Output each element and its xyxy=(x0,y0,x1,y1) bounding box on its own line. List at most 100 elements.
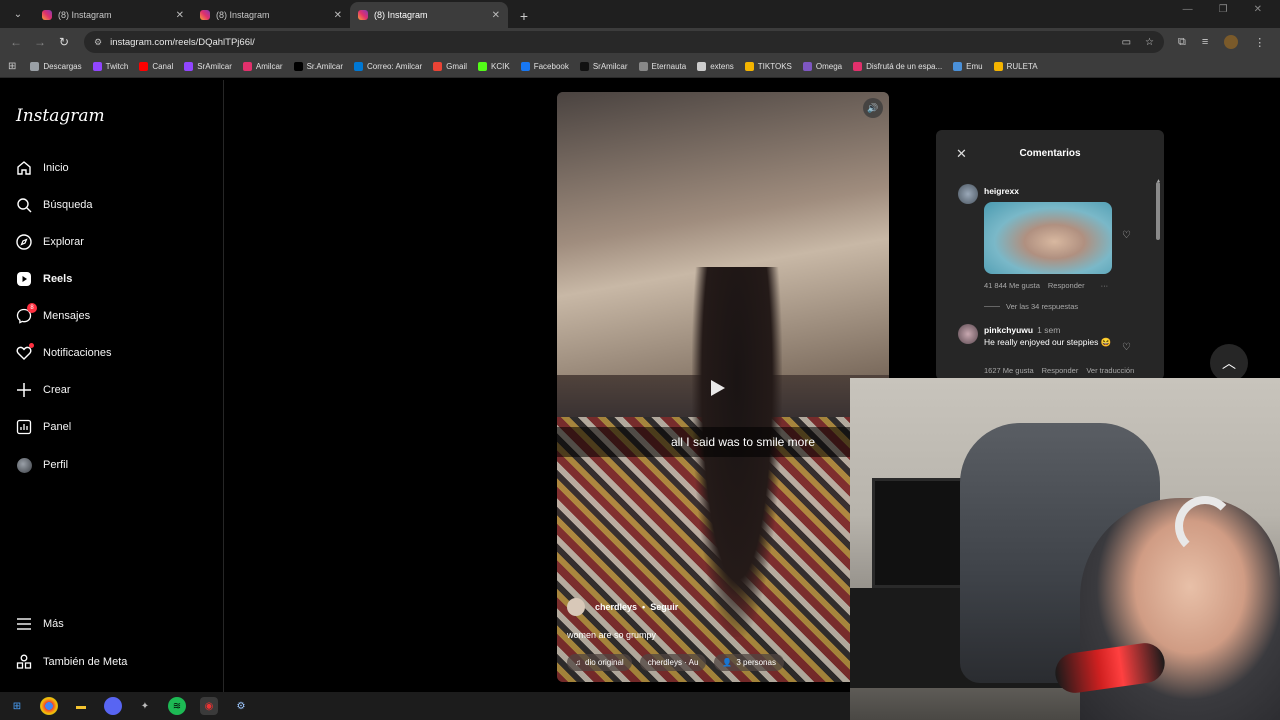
steam-icon[interactable]: ⚙ xyxy=(232,697,250,715)
bookmark-item[interactable]: Emu xyxy=(953,62,983,71)
comment-likes[interactable]: 1627 Me gusta xyxy=(984,366,1034,375)
bookmark-item[interactable]: Omega xyxy=(802,62,842,71)
audio-icon[interactable]: 🔊 xyxy=(863,98,883,118)
nav-more[interactable]: Más xyxy=(16,616,64,632)
comment-username[interactable]: pinkchyuwu xyxy=(984,325,1033,335)
nav-create[interactable]: Crear xyxy=(16,382,71,398)
windows-start-icon[interactable]: ⊞ xyxy=(8,697,26,715)
bookmark-item[interactable]: Amilcar xyxy=(242,62,283,71)
bookmark-favicon-icon xyxy=(520,62,530,71)
nav-label: Más xyxy=(43,618,64,630)
avatar[interactable] xyxy=(958,184,978,204)
bookmark-item[interactable]: Canal xyxy=(139,62,173,71)
reply-button[interactable]: Responder xyxy=(1048,281,1085,290)
bookmark-item[interactable]: extens xyxy=(697,62,734,71)
comment-image[interactable] xyxy=(984,202,1112,274)
site-info-icon[interactable]: ⚙ xyxy=(94,37,102,48)
instagram-favicon-icon xyxy=(200,10,210,20)
bookmark-item[interactable]: Facebook xyxy=(520,62,569,71)
spotify-icon[interactable]: ≋ xyxy=(168,697,186,715)
view-replies[interactable]: Ver las 34 respuestas xyxy=(984,302,1078,311)
restore-icon[interactable]: ❐ xyxy=(1219,4,1228,15)
comment-likes[interactable]: 41 844 Me gusta xyxy=(984,281,1040,290)
nav-label: Perfil xyxy=(43,459,69,471)
tab-search-icon[interactable]: ⌄ xyxy=(6,2,30,26)
follow-button[interactable]: Seguir xyxy=(650,602,678,612)
more-options-icon[interactable]: ··· xyxy=(1101,281,1109,290)
nav-profile[interactable]: Perfil xyxy=(16,457,68,473)
bookmark-favicon-icon xyxy=(953,62,963,71)
like-heart-icon[interactable]: ♡ xyxy=(1122,342,1131,353)
apps-grid-icon[interactable]: ⊞ xyxy=(8,61,16,72)
tab-close-icon[interactable]: ✕ xyxy=(334,10,342,21)
back-icon[interactable]: ← xyxy=(4,35,28,49)
bookmark-item[interactable]: TIKTOKS xyxy=(744,62,792,71)
nav-explore[interactable]: Explorar xyxy=(16,234,84,250)
chevron-up-icon[interactable]: ︿ xyxy=(1210,344,1248,382)
bookmark-item[interactable]: Twitch xyxy=(92,62,128,71)
bookmark-item[interactable]: RULETA xyxy=(993,62,1038,71)
bookmark-item[interactable]: KCIK xyxy=(478,62,510,71)
comment-username[interactable]: heigrexx xyxy=(984,186,1019,196)
tab-close-icon[interactable]: ✕ xyxy=(492,10,500,21)
reel-username[interactable]: cherdleys xyxy=(595,602,637,612)
chrome-icon[interactable] xyxy=(40,697,58,715)
nav-messages[interactable]: 8 Mensajes xyxy=(16,303,90,324)
app-icon[interactable]: ✦ xyxy=(136,697,154,715)
nav-notifications[interactable]: Notificaciones xyxy=(16,343,111,361)
bookmark-item[interactable]: Sr.Amilcar xyxy=(293,62,343,71)
bookmark-label: Facebook xyxy=(533,62,569,71)
reel-caption[interactable]: women are so grumpy xyxy=(567,630,656,640)
new-tab-icon[interactable]: + xyxy=(512,4,536,28)
audio-author-pill[interactable]: cherdleys · Au xyxy=(639,654,707,671)
translate-button[interactable]: Ver traducción xyxy=(1086,366,1134,375)
bookmark-favicon-icon xyxy=(139,62,149,71)
browser-tab-active[interactable]: (8) Instagram ✕ xyxy=(350,2,508,28)
bookmark-star-icon[interactable]: ☆ xyxy=(1145,37,1154,48)
menu-icon[interactable]: ⋮ xyxy=(1254,36,1265,49)
audio-pill[interactable]: ♫ dio original xyxy=(567,654,632,671)
minimize-icon[interactable]: — xyxy=(1183,4,1193,15)
bookmark-item[interactable]: Gmail xyxy=(433,62,467,71)
bookmark-item[interactable]: Correo: Amilcar xyxy=(354,62,422,71)
profile-avatar-icon[interactable] xyxy=(1224,35,1239,49)
bookmark-label: Gmail xyxy=(446,62,468,71)
comments-scrollbar[interactable] xyxy=(1156,182,1160,240)
avatar[interactable] xyxy=(567,598,585,616)
forward-icon[interactable]: → xyxy=(28,35,52,49)
comment-time: 1 sem xyxy=(1037,325,1061,335)
tagged-people-pill[interactable]: 👤 3 personas xyxy=(714,654,784,671)
window-close-icon[interactable]: ✕ xyxy=(1254,4,1262,15)
nav-dashboard[interactable]: Panel xyxy=(16,419,71,435)
play-icon[interactable] xyxy=(711,380,725,396)
notification-dot xyxy=(29,343,34,348)
extensions-icon[interactable]: ⧉ xyxy=(1178,36,1186,49)
avatar[interactable] xyxy=(958,324,978,344)
cast-icon[interactable]: ▭ xyxy=(1122,37,1131,48)
bookmark-item[interactable]: SrAmilcar xyxy=(579,62,628,71)
reply-button[interactable]: Responder xyxy=(1042,366,1079,375)
like-heart-icon[interactable]: ♡ xyxy=(1122,230,1131,241)
nav-search[interactable]: Búsqueda xyxy=(16,197,93,213)
instagram-logo[interactable]: Instagram xyxy=(16,106,105,126)
browser-tab[interactable]: (8) Instagram ✕ xyxy=(192,2,350,28)
tab-close-icon[interactable]: ✕ xyxy=(176,10,184,21)
nav-label: Inicio xyxy=(43,162,69,174)
bookmark-item[interactable]: Eternauta xyxy=(638,62,686,71)
reload-icon[interactable]: ↻ xyxy=(52,35,76,49)
chrome-profile-icon[interactable] xyxy=(104,697,122,715)
nav-reels[interactable]: Reels xyxy=(16,271,72,287)
bookmark-item[interactable]: Descargas xyxy=(30,62,82,71)
window-controls: — ❐ ✕ xyxy=(1183,4,1262,15)
nav-also-from-meta[interactable]: También de Meta xyxy=(16,654,127,670)
address-bar[interactable]: ⚙ instagram.com/reels/DQahlTPj66l/ ▭ ☆ xyxy=(84,31,1164,53)
hamburger-icon xyxy=(16,616,32,632)
bookmark-item[interactable]: Disfrutá de un espa... xyxy=(853,62,942,71)
browser-tab[interactable]: (8) Instagram ✕ xyxy=(34,2,192,28)
media-icon[interactable]: ≡ xyxy=(1202,36,1208,48)
file-explorer-icon[interactable]: ▬ xyxy=(72,697,90,715)
bookmark-item[interactable]: SrAmilcar xyxy=(184,62,232,71)
nav-home[interactable]: Inicio xyxy=(16,160,69,176)
reel-video[interactable]: 🔊 all I said was to smile more cherdleys… xyxy=(557,92,889,682)
obs-icon[interactable]: ◉ xyxy=(200,697,218,715)
